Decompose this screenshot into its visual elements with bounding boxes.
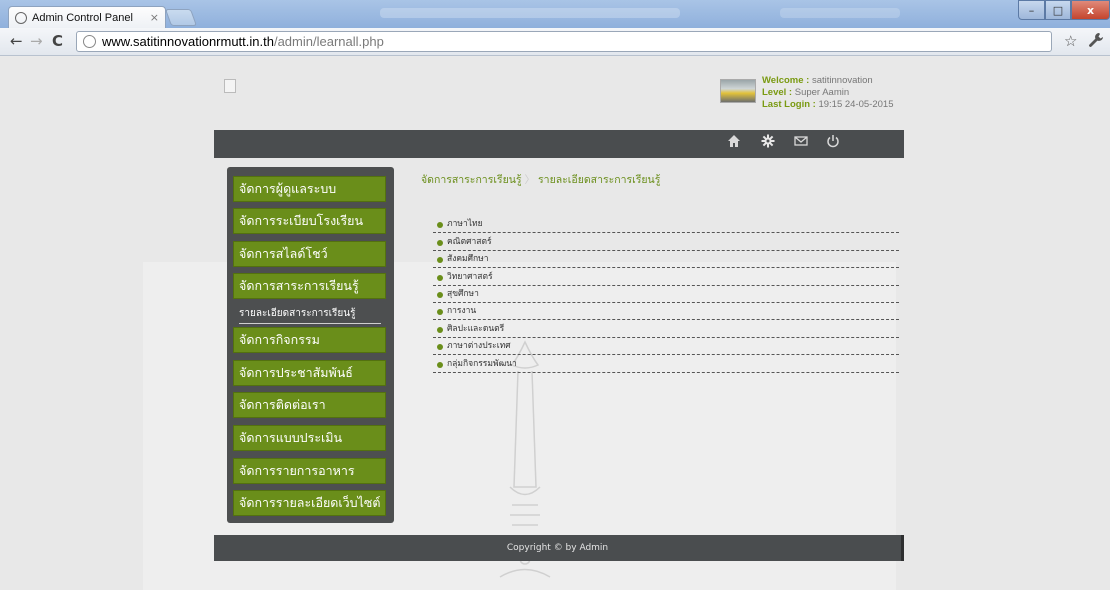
mail-icon[interactable]: [794, 134, 808, 152]
subject-link[interactable]: คณิตศาสตร์: [447, 234, 492, 248]
bullet-icon: [437, 309, 443, 316]
subject-link[interactable]: ภาษาต่างประเทศ: [447, 338, 511, 352]
list-item[interactable]: การงาน: [433, 303, 899, 321]
subject-link[interactable]: กลุ่มกิจกรรมพัฒนา: [447, 356, 517, 370]
subject-link[interactable]: สังคมศึกษา: [447, 251, 489, 265]
last-login-label: Last Login :: [762, 99, 816, 110]
subject-link[interactable]: การงาน: [447, 303, 476, 317]
sidebar-item-learning-areas[interactable]: จัดการสาระการเรียนรู้: [233, 273, 386, 299]
sidebar-subitem-learning-details[interactable]: รายละเอียดสาระการเรียนรู้: [239, 306, 381, 324]
window-minimize-button[interactable]: –: [1018, 0, 1045, 20]
power-icon[interactable]: [826, 134, 840, 152]
sidebar-item-school-rules[interactable]: จัดการระเบียบโรงเรียน: [233, 208, 386, 234]
bullet-icon: [437, 274, 443, 281]
list-item[interactable]: สุขศึกษา: [433, 286, 899, 303]
last-login-line: Last Login : 19:15 24-05-2015: [762, 99, 893, 110]
browser-tab-active[interactable]: Admin Control Panel ×: [8, 6, 166, 28]
sidebar-item-food-menu[interactable]: จัดการรายการอาหาร: [233, 458, 386, 484]
subject-link[interactable]: ศิลปะและดนตรี: [447, 321, 504, 335]
tab-title: Admin Control Panel: [32, 11, 133, 24]
site-logo-placeholder-icon: [224, 79, 236, 93]
breadcrumb-current: รายละเอียดสาระการเรียนรู้: [538, 174, 661, 186]
subject-list: ภาษาไทย คณิตศาสตร์ สังคมศึกษา วิทยาศาสตร…: [433, 216, 899, 373]
address-bar[interactable]: www.satitinnovationrmutt.in.th/admin/lea…: [76, 31, 1052, 52]
list-item[interactable]: ภาษาไทย: [433, 216, 899, 234]
window-close-button[interactable]: x: [1071, 0, 1110, 20]
user-info-box: Welcome : satitinnovation Level : Super …: [720, 73, 900, 123]
sidebar-item-evaluation[interactable]: จัดการแบบประเมิน: [233, 425, 386, 451]
sidebar-item-slideshow[interactable]: จัดการสไลด์โชว์: [233, 241, 386, 267]
subject-link[interactable]: สุขศึกษา: [447, 286, 479, 300]
page-body: Welcome : satitinnovation Level : Super …: [0, 57, 1110, 590]
window-maximize-button[interactable]: □: [1045, 0, 1071, 20]
sidebar-item-announcements[interactable]: จัดการประชาสัมพันธ์: [233, 360, 386, 386]
list-item[interactable]: คณิตศาสตร์: [433, 233, 899, 251]
list-item[interactable]: วิทยาศาสตร์: [433, 268, 899, 286]
welcome-value: satitinnovation: [809, 75, 873, 86]
level-line: Level : Super Aamin: [762, 87, 849, 98]
blurred-window-title: [380, 8, 680, 18]
wrench-menu-icon[interactable]: [1088, 32, 1104, 52]
subject-link[interactable]: วิทยาศาสตร์: [447, 269, 493, 283]
list-item[interactable]: กลุ่มกิจกรรมพัฒนา: [433, 355, 899, 373]
back-arrow-icon[interactable]: ←: [10, 32, 23, 50]
browser-toolbar: ← → C www.satitinnovationrmutt.in.th/adm…: [0, 28, 1110, 56]
page-footer: Copyright © by Admin: [214, 535, 904, 561]
list-item[interactable]: ศิลปะและดนตรี: [433, 320, 899, 338]
subject-link[interactable]: ภาษาไทย: [447, 216, 483, 230]
browser-titlebar: Admin Control Panel × – □ x: [0, 0, 1110, 28]
bullet-icon: [437, 361, 443, 368]
forward-arrow-icon[interactable]: →: [30, 32, 43, 50]
reload-icon[interactable]: C: [52, 32, 63, 50]
level-label: Level :: [762, 87, 793, 98]
welcome-line: Welcome : satitinnovation: [762, 75, 873, 86]
sidebar-item-admin-users[interactable]: จัดการผู้ดูแลระบบ: [233, 176, 386, 202]
sidebar-item-activities[interactable]: จัดการกิจกรรม: [233, 327, 386, 353]
url-host: www.satitinnovationrmutt.in.th: [102, 34, 274, 49]
list-item[interactable]: สังคมศึกษา: [433, 251, 899, 269]
breadcrumb-parent-link[interactable]: จัดการสาระการเรียนรู้: [421, 174, 522, 186]
sidebar-item-website-details[interactable]: จัดการรายละเอียดเว็บไซต์: [233, 490, 386, 516]
sidebar-item-contact[interactable]: จัดการติดต่อเรา: [233, 392, 386, 418]
bullet-icon: [437, 344, 443, 351]
copyright-text: Copyright © by Admin: [506, 543, 609, 553]
page-favicon-icon: [15, 11, 27, 24]
list-item[interactable]: ภาษาต่างประเทศ: [433, 338, 899, 356]
breadcrumb-separator: 〉: [524, 174, 536, 186]
welcome-label: Welcome :: [762, 75, 810, 86]
admin-topbar: [214, 130, 904, 158]
new-tab-button[interactable]: [164, 9, 198, 26]
breadcrumb: จัดการสาระการเรียนรู้〉รายละเอียดสาระการเ…: [421, 171, 660, 188]
globe-icon: [83, 35, 96, 48]
last-login-value: 19:15 24-05-2015: [815, 99, 894, 110]
tab-close-icon[interactable]: ×: [150, 11, 159, 24]
bullet-icon: [437, 326, 443, 333]
blurred-window-title-2: [780, 8, 900, 18]
home-icon[interactable]: [727, 134, 741, 152]
bookmark-star-icon[interactable]: ☆: [1064, 32, 1077, 50]
bullet-icon: [437, 291, 443, 298]
bullet-icon: [437, 257, 443, 264]
gear-icon[interactable]: [761, 134, 775, 152]
bullet-icon: [437, 222, 443, 229]
avatar: [720, 79, 756, 103]
level-value: Super Aamin: [792, 87, 850, 98]
sidebar-menu: จัดการผู้ดูแลระบบ จัดการระเบียบโรงเรียน …: [227, 167, 394, 523]
url-path: /admin/learnall.php: [273, 34, 384, 49]
bullet-icon: [437, 239, 443, 246]
